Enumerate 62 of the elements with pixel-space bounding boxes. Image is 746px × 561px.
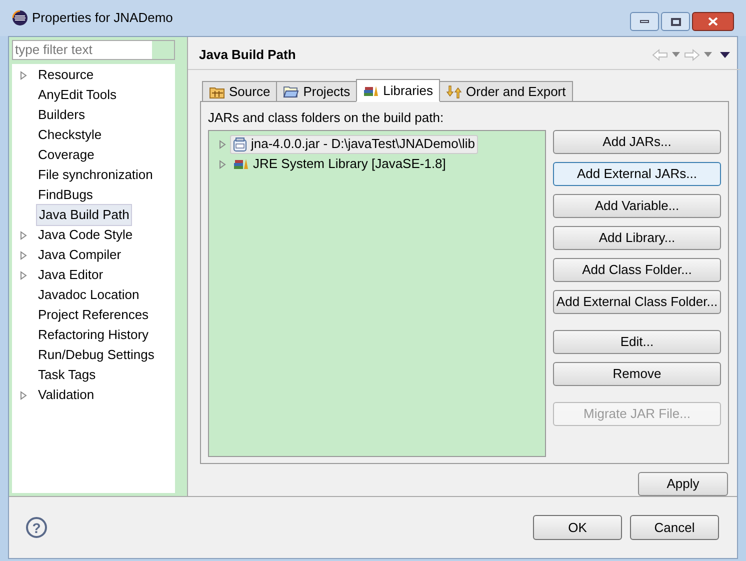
expand-arrow-icon[interactable] xyxy=(20,250,27,260)
tree-item[interactable]: Checkstyle xyxy=(36,125,104,145)
tree-item[interactable]: Refactoring History xyxy=(36,325,151,345)
back-arrow-icon[interactable] xyxy=(652,48,668,60)
action-button[interactable]: Remove xyxy=(553,362,721,386)
action-button[interactable]: Add JARs... xyxy=(553,130,721,154)
jar-icon xyxy=(233,136,247,152)
window-title: Properties for JNADemo xyxy=(32,9,173,28)
tree-item[interactable]: Java Build Path xyxy=(36,204,132,226)
tree-item[interactable]: FindBugs xyxy=(36,185,95,205)
apply-button[interactable]: Apply xyxy=(638,472,728,496)
list-caption: JARs and class folders on the build path: xyxy=(208,109,445,126)
forward-arrow-icon[interactable] xyxy=(684,48,700,60)
tab[interactable]: Order and Export xyxy=(439,81,573,102)
library-entry[interactable]: JRE System Library [JavaSE-1.8] xyxy=(230,154,449,174)
tree-item[interactable]: Project References xyxy=(36,305,151,325)
tree-item[interactable]: Task Tags xyxy=(36,365,98,385)
action-button[interactable]: Add Library... xyxy=(553,226,721,250)
tree-item[interactable]: Java Editor xyxy=(36,265,106,285)
expand-arrow-icon[interactable] xyxy=(219,160,226,168)
action-button[interactable]: Edit... xyxy=(553,330,721,354)
restore-button[interactable] xyxy=(661,12,690,31)
page-title: Java Build Path xyxy=(199,46,296,64)
tab[interactable]: Projects xyxy=(276,81,358,102)
dialog-button[interactable]: Cancel xyxy=(630,515,719,540)
minimize-button[interactable] xyxy=(630,12,659,31)
close-icon xyxy=(708,17,718,26)
books-icon xyxy=(233,157,249,171)
tree-item[interactable]: Java Code Style xyxy=(36,225,135,245)
tree-item[interactable]: File synchronization xyxy=(36,165,155,185)
tree-item[interactable]: Resource xyxy=(36,65,96,85)
expand-arrow-icon[interactable] xyxy=(20,390,27,400)
expand-arrow-icon[interactable] xyxy=(20,230,27,240)
folder-icon xyxy=(283,84,300,98)
library-entry[interactable]: jna-4.0.0.jar - D:\javaTest\JNADemo\lib xyxy=(230,134,478,154)
expand-arrow-icon[interactable] xyxy=(20,270,27,280)
tree-item[interactable]: AnyEdit Tools xyxy=(36,85,119,105)
action-button[interactable]: Add External JARs... xyxy=(553,162,721,186)
tree-item[interactable]: Coverage xyxy=(36,145,96,165)
folder-grid-icon xyxy=(209,84,225,98)
action-button[interactable]: Add Variable... xyxy=(553,194,721,218)
up-down-arrows-icon xyxy=(446,84,462,98)
tree-item[interactable]: Javadoc Location xyxy=(36,285,142,305)
dropdown-icon[interactable] xyxy=(704,52,712,57)
action-button[interactable]: Add Class Folder... xyxy=(553,258,721,282)
dialog-button[interactable]: OK xyxy=(533,515,622,540)
tree-item[interactable]: Run/Debug Settings xyxy=(36,345,156,365)
expand-arrow-icon[interactable] xyxy=(219,140,226,148)
tab[interactable]: Source xyxy=(202,81,278,102)
dropdown-icon[interactable] xyxy=(672,52,680,57)
tree-item[interactable]: Builders xyxy=(36,105,87,125)
expand-arrow-icon[interactable] xyxy=(20,70,27,80)
filter-box[interactable]: type filter text xyxy=(12,40,175,60)
menu-icon[interactable] xyxy=(720,52,730,58)
help-icon[interactable]: ? xyxy=(26,517,47,538)
tab[interactable]: Libraries xyxy=(356,79,440,102)
close-button[interactable] xyxy=(692,12,734,31)
eclipse-icon xyxy=(12,10,28,26)
action-button[interactable]: Add External Class Folder... xyxy=(553,290,721,314)
tree-item[interactable]: Validation xyxy=(36,385,96,405)
tree-item[interactable]: Java Compiler xyxy=(36,245,124,265)
filter-field[interactable]: type filter text xyxy=(13,41,152,59)
